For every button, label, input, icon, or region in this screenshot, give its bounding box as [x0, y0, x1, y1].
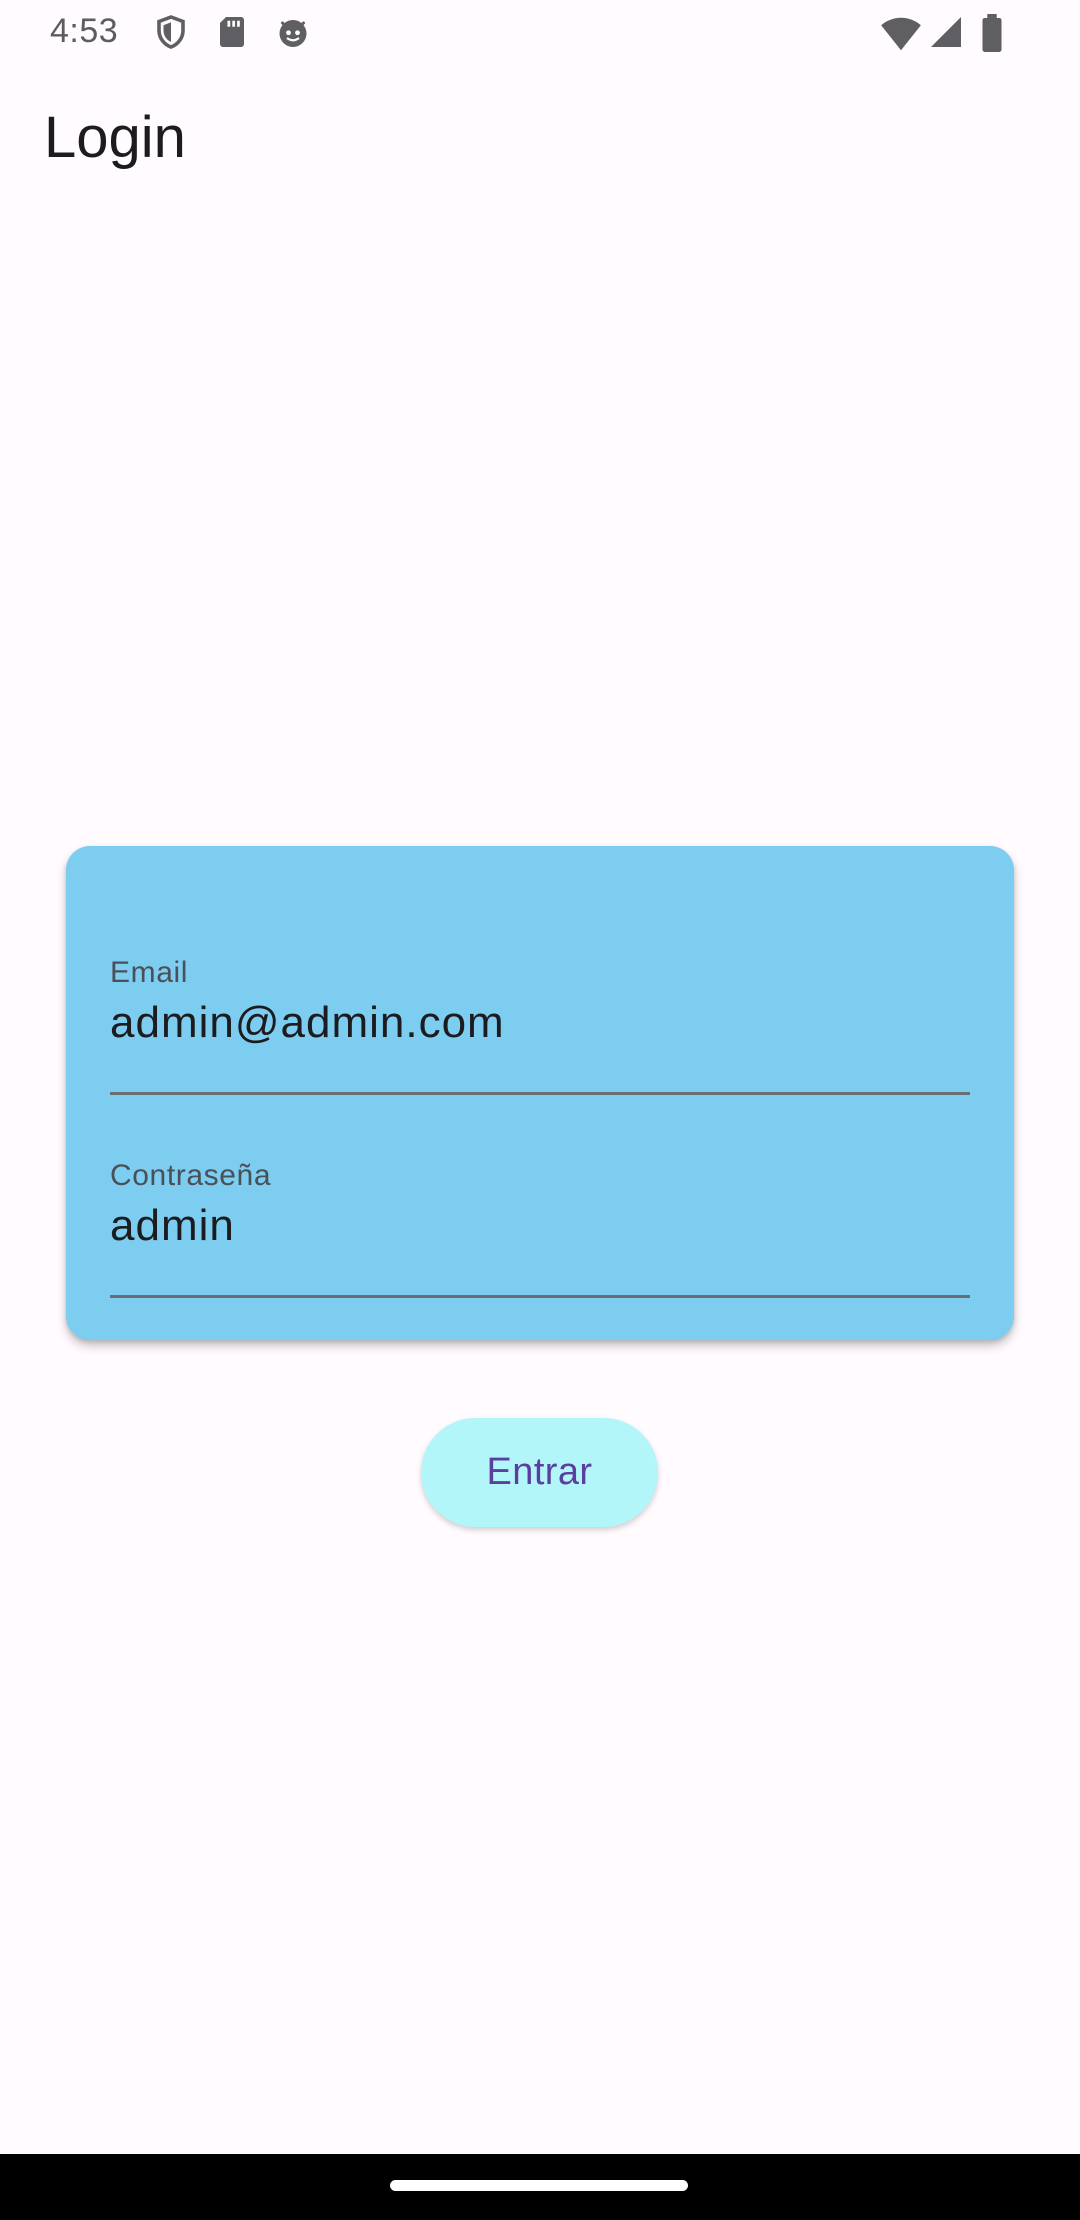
- login-submit-button[interactable]: Entrar: [421, 1418, 658, 1527]
- home-gesture-handle[interactable]: [390, 2180, 688, 2191]
- email-field-underline: [110, 1092, 970, 1095]
- cell-signal-icon: [928, 14, 964, 50]
- system-navigation-bar: [0, 2154, 1080, 2220]
- password-field[interactable]: Contraseña admin: [110, 1159, 970, 1298]
- sd-card-icon: [214, 14, 250, 50]
- wifi-icon: [880, 14, 922, 52]
- status-time: 4:53: [50, 12, 119, 50]
- password-field-underline: [110, 1295, 970, 1298]
- battery-icon: [978, 14, 1006, 52]
- email-input[interactable]: admin@admin.com: [110, 998, 970, 1054]
- email-field-label: Email: [110, 956, 189, 989]
- status-bar: 4:53: [0, 0, 1080, 66]
- password-field-label: Contraseña: [110, 1159, 272, 1192]
- login-form-card: Email admin@admin.com Contraseña admin: [66, 846, 1014, 1340]
- password-input[interactable]: admin: [110, 1201, 970, 1257]
- android-face-icon: [275, 14, 311, 50]
- page-title: Login: [44, 105, 186, 170]
- login-screen: 4:53 Login Email admin@admin.com Contras…: [0, 0, 1080, 2220]
- shield-icon: [153, 14, 189, 50]
- email-field[interactable]: Email admin@admin.com: [110, 956, 970, 1095]
